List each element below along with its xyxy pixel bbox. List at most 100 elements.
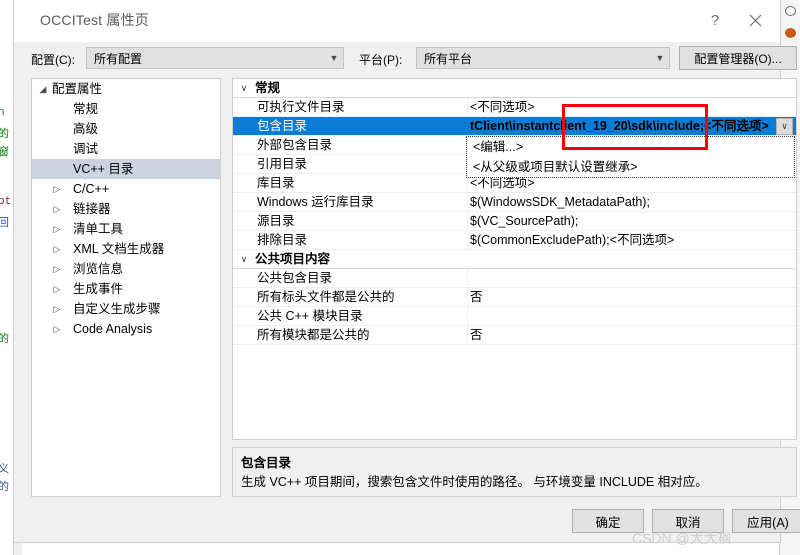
page-title: OCCITest 属性页: [40, 12, 149, 28]
tree-item-label: 常规: [73, 102, 99, 116]
triangle-down-icon[interactable]: ◢: [36, 79, 50, 99]
background-code-line: 的: [0, 334, 9, 346]
property-grid-scroll: ∨ 常规可执行文件目录 <不同选项> 包含目录 tClient\instantclien…: [233, 79, 796, 439]
tree-item-label: 自定义生成步骤: [73, 302, 161, 316]
property-name: 公共包含目录: [257, 271, 333, 285]
apply-button[interactable]: 应用(A): [732, 509, 800, 533]
background-code-line: 的: [0, 129, 9, 141]
column-divider: [467, 117, 468, 135]
configuration-manager-button[interactable]: 配置管理器(O)...: [679, 46, 797, 70]
tree-item-label: 生成事件: [73, 282, 124, 296]
platform-select-value: 所有平台: [424, 51, 473, 66]
tree-item[interactable]: ◢ 配置属性: [32, 79, 220, 99]
tree-item-label: Code Analysis: [73, 322, 153, 336]
property-value: <不同选项>: [470, 100, 535, 114]
tree-item-label: 清单工具: [73, 222, 124, 236]
background-code-line: n: [0, 107, 5, 119]
tree-item-label: XML 文档生成器: [73, 242, 165, 256]
property-name: 源目录: [257, 214, 295, 228]
tree-item-label: C/C++: [73, 182, 110, 196]
tree-item[interactable]: 常规: [32, 99, 220, 119]
property-grid-row-selected[interactable]: 包含目录 tClient\instantclient_19_20\sdk\incl…: [233, 117, 796, 136]
triangle-right-icon[interactable]: ▷: [50, 219, 64, 239]
help-button[interactable]: ?: [698, 6, 732, 34]
tree-item[interactable]: ▷ C/C++: [32, 179, 220, 199]
triangle-right-icon[interactable]: ▷: [50, 279, 64, 299]
background-code-line: 回: [0, 218, 9, 230]
circle-icon[interactable]: [785, 28, 796, 38]
property-name: 常规: [255, 81, 281, 95]
property-grid-row[interactable]: 所有模块都是公共的 否: [233, 326, 796, 345]
platform-select[interactable]: 所有平台 ▼: [416, 47, 670, 69]
tree-item[interactable]: ▷ 自定义生成步骤: [32, 299, 220, 319]
triangle-right-icon[interactable]: ▷: [50, 259, 64, 279]
description-pane: 包含目录 生成 VC++ 项目期间，搜索包含文件时使用的路径。 与环境变量 IN…: [232, 447, 797, 497]
property-grid[interactable]: ∨ 常规可执行文件目录 <不同选项> 包含目录 tClient\instantclien…: [232, 78, 797, 440]
property-name: 公共项目内容: [255, 252, 331, 266]
property-value: $(CommonExcludePath);<不同选项>: [470, 233, 675, 247]
tree-item-label: VC++ 目录: [73, 162, 134, 176]
tree-item-label: 调试: [73, 142, 99, 156]
question-mark-icon: ?: [710, 11, 720, 29]
tree-item-label: 配置属性: [52, 82, 103, 96]
tree-item-label: 高级: [73, 122, 99, 136]
triangle-right-icon[interactable]: ▷: [50, 299, 64, 319]
property-value: $(VC_SourcePath);: [470, 214, 579, 228]
property-name: 包含目录: [257, 119, 308, 133]
property-tree[interactable]: ◢ 配置属性 常规 高级 调试 VC++ 目录 ▷ C/C++ ▷ 链接器 ▷ 清单工具 ▷ XML 文档…: [31, 78, 221, 497]
property-grid-row[interactable]: 可执行文件目录 <不同选项>: [233, 98, 796, 117]
tree-item[interactable]: VC++ 目录: [32, 159, 220, 179]
tree-item[interactable]: ▷ 生成事件: [32, 279, 220, 299]
tree-item-label: 浏览信息: [73, 262, 124, 276]
property-grid-category[interactable]: ∨ 常规: [233, 79, 796, 98]
property-name: 库目录: [257, 176, 295, 190]
background-code-line: ot: [0, 196, 12, 208]
triangle-right-icon[interactable]: ▷: [50, 199, 64, 219]
platform-label: 平台(P):: [359, 53, 403, 67]
chevron-down-icon: ▼: [655, 53, 665, 63]
tree-item[interactable]: ▷ XML 文档生成器: [32, 239, 220, 259]
property-grid-category[interactable]: ∨ 公共项目内容: [233, 250, 796, 269]
tree-item[interactable]: ▷ 链接器: [32, 199, 220, 219]
property-grid-row[interactable]: Windows 运行库目录 $(WindowsSDK_MetadataPath);: [233, 193, 796, 212]
column-divider: [467, 98, 468, 116]
triangle-right-icon[interactable]: ▷: [50, 179, 64, 199]
property-value: 否: [470, 328, 483, 342]
property-pages-dialog: OCCITest 属性页 ? 配置(C): 所有配置 ▼ 平台(P): 所有平台…: [13, 0, 800, 543]
row-selection-marker: [233, 117, 238, 135]
property-grid-row[interactable]: 公共包含目录: [233, 269, 796, 288]
property-value: 否: [470, 290, 483, 304]
tree-item[interactable]: ▷ Code Analysis: [32, 319, 220, 339]
property-name: 外部包含目录: [257, 138, 333, 152]
tree-item[interactable]: ▷ 清单工具: [32, 219, 220, 239]
value-dropdown-list[interactable]: <编辑...> <从父级或项目默认设置继承>: [466, 136, 795, 178]
close-button[interactable]: [738, 6, 772, 34]
value-dropdown-button[interactable]: ∨: [776, 118, 793, 135]
dropdown-option[interactable]: <编辑...>: [467, 137, 794, 157]
background-code-line: 义: [0, 464, 9, 476]
configuration-select[interactable]: 所有配置 ▼: [86, 47, 344, 69]
chevron-down-icon: ▼: [329, 53, 339, 63]
property-name: 所有模块都是公共的: [257, 328, 370, 342]
property-name: 公共 C++ 模块目录: [257, 309, 363, 323]
property-grid-row[interactable]: 所有标头文件都是公共的 否: [233, 288, 796, 307]
tree-item[interactable]: ▷ 浏览信息: [32, 259, 220, 279]
property-grid-row[interactable]: 排除目录 $(CommonExcludePath);<不同选项>: [233, 231, 796, 250]
search-icon[interactable]: [785, 6, 796, 16]
triangle-right-icon[interactable]: ▷: [50, 239, 64, 259]
property-grid-row[interactable]: 公共 C++ 模块目录: [233, 307, 796, 326]
dropdown-option[interactable]: <从父级或项目默认设置继承>: [467, 157, 794, 177]
property-name: 排除目录: [257, 233, 308, 247]
chevron-down-icon[interactable]: ∨: [237, 250, 251, 268]
background-code-line: 的: [0, 482, 9, 494]
tree-item[interactable]: 高级: [32, 119, 220, 139]
description-title: 包含目录: [241, 456, 292, 470]
triangle-right-icon[interactable]: ▷: [50, 319, 64, 339]
configuration-label: 配置(C):: [31, 53, 75, 67]
tree-item[interactable]: 调试: [32, 139, 220, 159]
property-grid-row[interactable]: 源目录 $(VC_SourcePath);: [233, 212, 796, 231]
chevron-down-icon[interactable]: ∨: [237, 79, 251, 97]
column-divider: [467, 193, 468, 211]
property-name: Windows 运行库目录: [257, 195, 374, 209]
property-value: tClient\instantclient_19_20\sdk\include;…: [470, 119, 769, 133]
